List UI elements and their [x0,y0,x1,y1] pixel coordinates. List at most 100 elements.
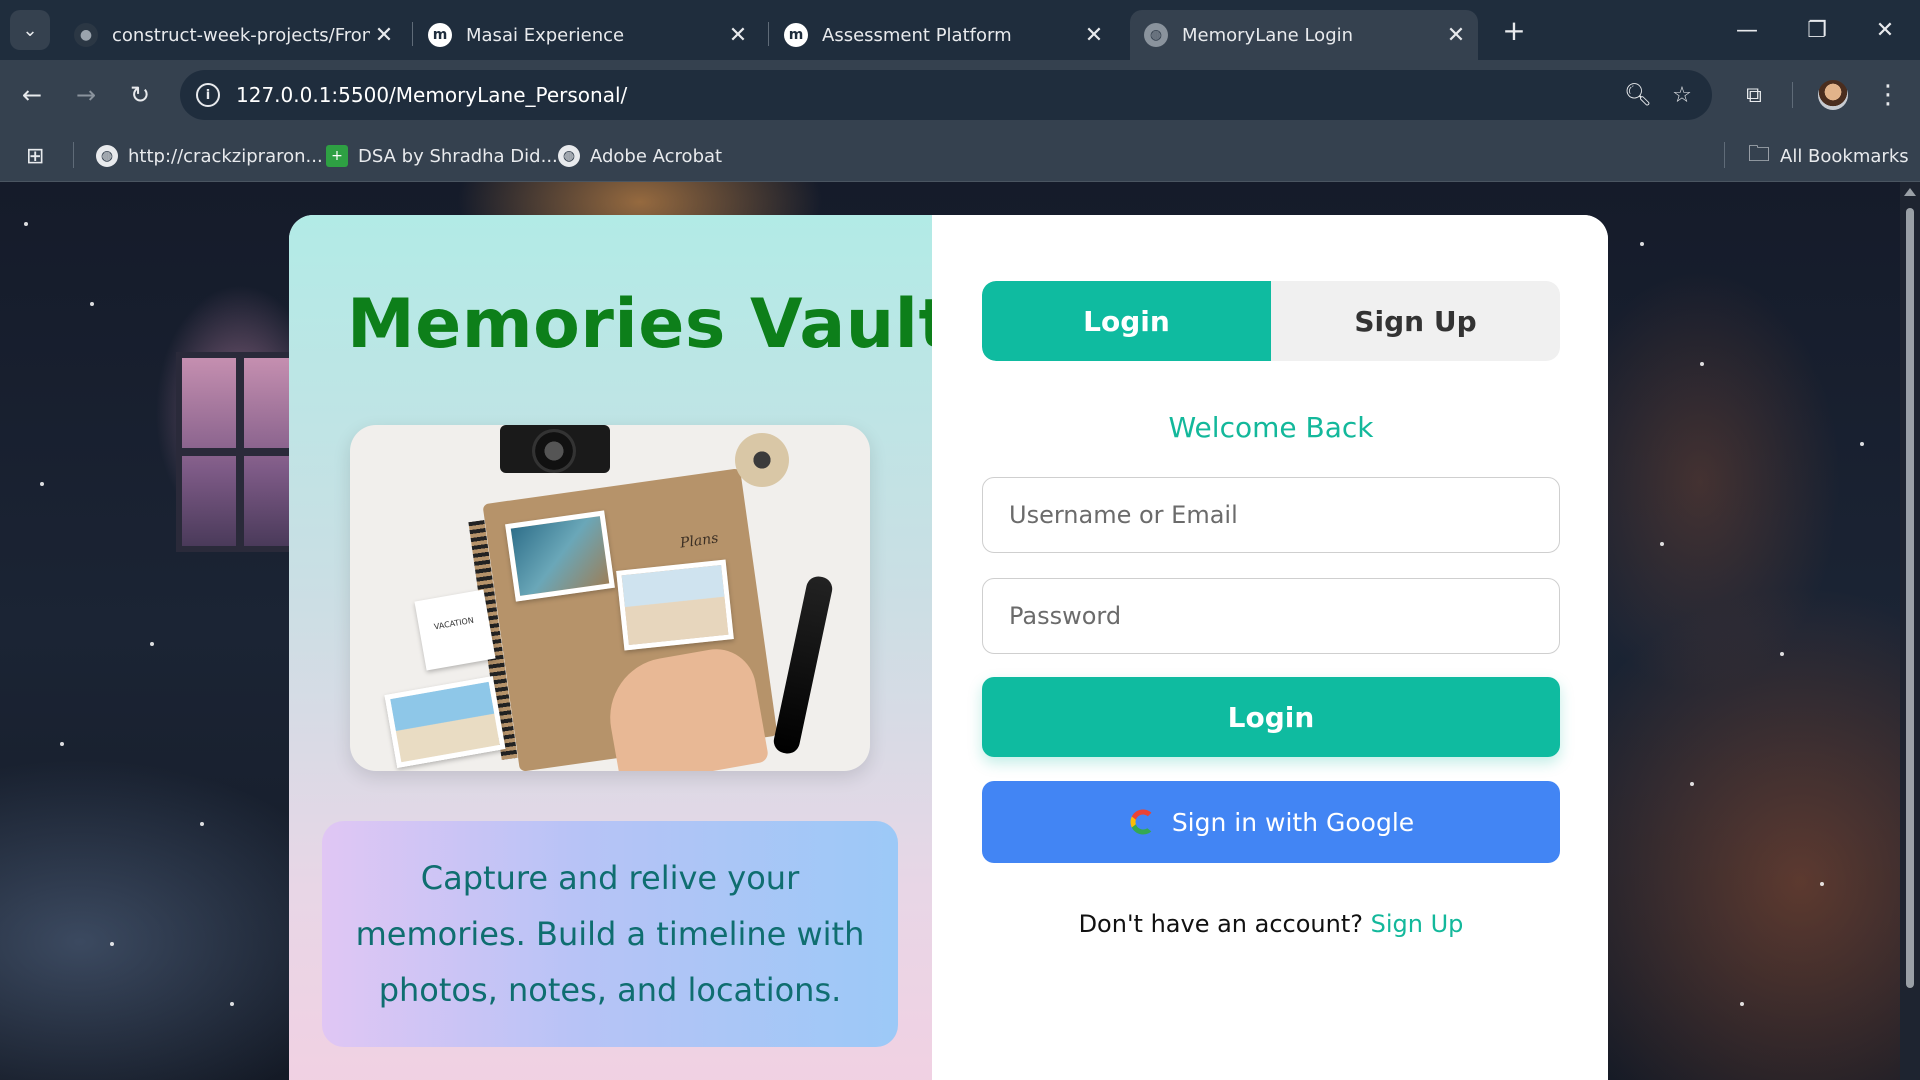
github-icon: ● [74,23,98,47]
bookmark-crackzipraron[interactable]: ◍ http://crackzipraron... [96,130,323,182]
extensions-icon[interactable]: ⧉ [1736,77,1772,113]
apps-grid-icon[interactable]: ⊞ [26,130,44,182]
tagline-box: Capture and relive your memories. Build … [322,821,898,1047]
browser-toolbar: ← → ↻ i 127.0.0.1:5500/MemoryLane_Person… [0,60,1920,130]
tab-divider [768,22,769,46]
bookmark-label: DSA by Shradha Did... [358,145,558,167]
snowflake [110,942,114,946]
tab-signup[interactable]: Sign Up [1271,281,1560,361]
tab-title: construct-week-projects/FrontE [112,24,370,46]
tab-login[interactable]: Login [982,281,1271,361]
tab-masai-experience[interactable]: m Masai Experience ✕ [414,10,760,60]
close-icon[interactable]: ✕ [370,23,398,48]
scrollbar-thumb[interactable] [1906,208,1914,988]
close-icon[interactable]: ✕ [1442,23,1470,48]
chevron-down-icon: ⌄ [22,19,38,41]
green-plus-icon: + [326,145,348,167]
tab-divider [412,22,413,46]
profile-avatar[interactable] [1818,80,1848,110]
masai-icon: m [784,23,808,47]
google-signin-button[interactable]: Sign in with Google [982,781,1560,863]
window-close-icon[interactable]: ✕ [1862,10,1908,50]
no-account-text: Don't have an account? [1078,910,1363,938]
bookmark-label: http://crackzipraron... [128,145,323,167]
snowflake [1700,362,1704,366]
vacation-note: VACATION [414,589,496,671]
snowflake [90,302,94,306]
snowflake [1640,242,1644,246]
globe-icon: ◍ [96,145,118,167]
all-bookmarks-label: All Bookmarks [1780,145,1909,167]
reload-icon[interactable]: ↻ [122,77,158,113]
twine-shape [735,433,789,487]
toolbar-divider [1792,82,1793,108]
all-bookmarks-button[interactable]: 🗀 All Bookmarks [1748,130,1909,182]
bookmarks-divider [1724,142,1725,168]
bookmarks-bar: ⊞ ◍ http://crackzipraron... + DSA by Shr… [0,130,1920,182]
tab-title: Masai Experience [466,24,625,46]
snowflake [1740,1002,1744,1006]
address-bar[interactable]: i 127.0.0.1:5500/MemoryLane_Personal/ 🔍︎… [180,70,1712,120]
tab-memorylane-login[interactable]: ◍ MemoryLane Login ✕ [1130,10,1478,60]
close-icon[interactable]: ✕ [1080,23,1108,48]
camera-shape [500,425,610,473]
tagline-text: Capture and relive your memories. Build … [355,859,865,1009]
snowflake [1690,782,1694,786]
url-text[interactable]: 127.0.0.1:5500/MemoryLane_Personal/ [236,83,1616,107]
brand-panel: Memories Vault VACATION Plans Capture an… [289,215,951,1080]
snowflake [230,1002,234,1006]
photo-print [616,559,734,651]
auth-tabs: Login Sign Up [982,281,1560,361]
page-viewport: Memories Vault VACATION Plans Capture an… [0,182,1920,1080]
forward-icon[interactable]: → [68,77,104,113]
zoom-icon[interactable]: 🔍︎ [1616,73,1660,117]
form-panel: Login Sign Up Welcome Back Login Sign in… [932,215,1608,1080]
google-button-label: Sign in with Google [1171,807,1415,837]
tab-search-button[interactable]: ⌄ [10,10,50,50]
tab-assessment-platform[interactable]: m Assessment Platform ✕ [770,10,1116,60]
browser-tab-strip: ⌄ ● construct-week-projects/FrontE ✕ m M… [0,0,1920,60]
scroll-up-icon[interactable] [1904,188,1916,196]
page-scrollbar[interactable] [1900,182,1920,1080]
restore-icon[interactable]: ❐ [1794,10,1840,50]
page-title: Memories Vault [347,285,952,364]
bookmarks-divider [73,142,74,168]
bookmark-adobe-acrobat[interactable]: ◍ Adobe Acrobat [558,130,722,182]
back-icon[interactable]: ← [14,77,50,113]
signup-link[interactable]: Sign Up [1371,910,1464,938]
scrapbook-image: VACATION Plans [350,425,870,771]
masai-icon: m [428,23,452,47]
signup-prompt: Don't have an account? Sign Up [982,910,1560,938]
menu-kebab-icon[interactable]: ⋮ [1870,77,1906,113]
snowflake [200,822,204,826]
snowflake [24,222,28,226]
snowflake [1660,542,1664,546]
snowflake [150,642,154,646]
username-input[interactable] [982,477,1560,553]
photo-print [384,676,506,768]
google-icon [1130,809,1155,835]
scissors-shape [771,574,835,756]
bookmark-label: Adobe Acrobat [590,145,723,167]
password-input[interactable] [982,578,1560,654]
close-icon[interactable]: ✕ [724,23,752,48]
bookmark-dsa-shradha[interactable]: + DSA by Shradha Did... [326,130,558,182]
bookmark-star-icon[interactable]: ☆ [1660,73,1704,117]
new-tab-button[interactable]: + [1496,12,1532,48]
folder-icon: 🗀 [1748,142,1771,167]
tab-title: MemoryLane Login [1182,24,1354,46]
tab-title: Assessment Platform [822,24,1012,46]
globe-icon: ◍ [558,145,580,167]
snowflake [60,742,64,746]
tab-construct-week-projects[interactable]: ● construct-week-projects/FrontE ✕ [60,10,406,60]
globe-icon: ◍ [1144,23,1168,47]
snowflake [40,482,44,486]
snowflake [1860,442,1864,446]
snowflake [1780,652,1784,656]
welcome-heading: Welcome Back [1168,411,1374,444]
snowflake [1820,882,1824,886]
login-card: Memories Vault VACATION Plans Capture an… [289,215,1608,1080]
site-info-icon[interactable]: i [196,83,220,107]
minimize-icon[interactable]: — [1724,10,1770,50]
login-button[interactable]: Login [982,677,1560,757]
